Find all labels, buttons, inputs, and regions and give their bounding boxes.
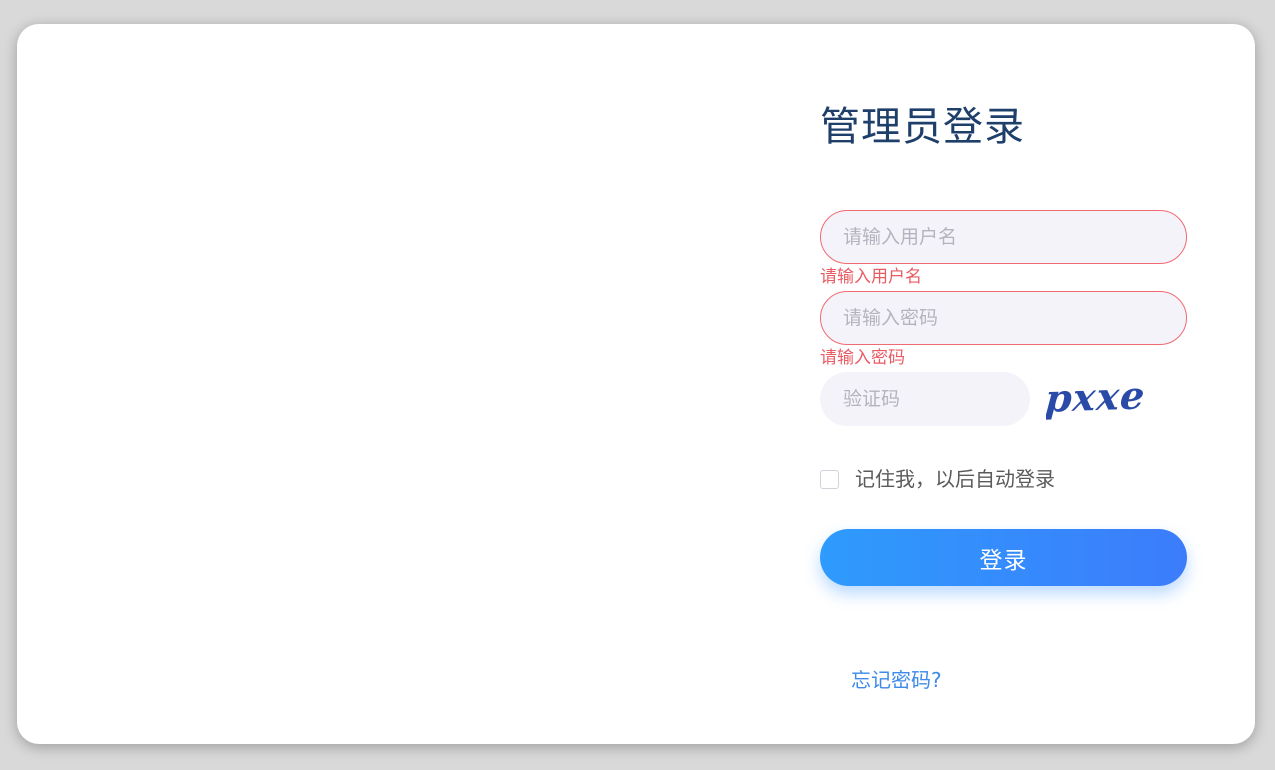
username-error-message: 请输入用户名: [820, 267, 922, 287]
captcha-input[interactable]: [820, 372, 1030, 426]
login-button[interactable]: 登录: [820, 529, 1187, 586]
page-title: 管理员登录: [820, 104, 1025, 150]
password-input[interactable]: [820, 291, 1187, 345]
remember-me-label: 记住我，以后自动登录: [855, 467, 1055, 491]
password-error-message: 请输入密码: [820, 348, 905, 368]
remember-me-option[interactable]: 记住我，以后自动登录: [820, 466, 1055, 492]
captcha-text: pxxe: [1046, 373, 1147, 421]
remember-me-checkbox[interactable]: [820, 469, 839, 489]
captcha-image[interactable]: pxxe: [1046, 372, 1158, 426]
username-input[interactable]: [820, 210, 1187, 264]
forgot-password-link[interactable]: 忘记密码?: [851, 667, 942, 693]
